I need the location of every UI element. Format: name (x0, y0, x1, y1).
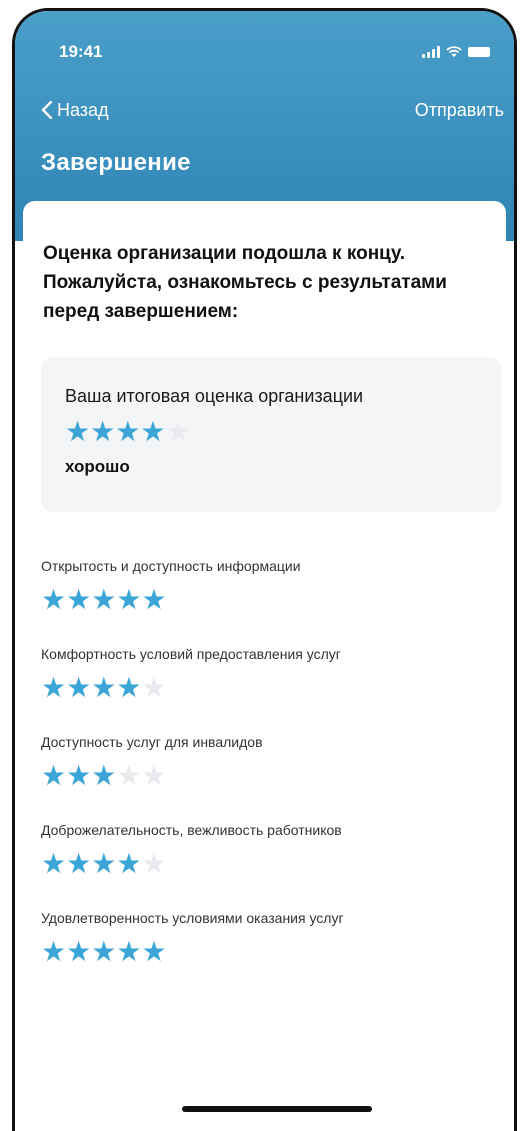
star-empty-icon: ★ (141, 671, 167, 704)
criterion-rating: ★ ★ ★ ★ ★ (41, 585, 496, 615)
status-time: 19:41 (59, 42, 103, 61)
star-filled-icon: ★ (66, 847, 92, 880)
criterion-item: Комфортность условий предоставления услу… (41, 645, 496, 733)
criteria-list: Открытость и доступность информации ★ ★ ★ ★… (41, 557, 496, 997)
summary-rating-word: хорошо (65, 457, 130, 476)
star-filled-icon: ★ (90, 415, 116, 448)
criterion-label: Доступность услуг для инвалидов (41, 734, 263, 750)
back-button[interactable]: Назад (41, 100, 109, 121)
nav-bar: Назад Отправить (15, 95, 514, 125)
star-empty-icon: ★ (116, 759, 142, 792)
criterion-label: Доброжелательность, вежливость работнико… (41, 822, 342, 838)
criterion-item: Удовлетворенность условиями оказания усл… (41, 909, 496, 997)
criterion-label: Комфортность условий предоставления услу… (41, 646, 341, 662)
star-filled-icon: ★ (91, 583, 117, 616)
criterion-rating: ★ ★ ★ ★ ★ (41, 937, 496, 967)
star-empty-icon: ★ (165, 415, 191, 448)
star-filled-icon: ★ (41, 847, 67, 880)
star-filled-icon: ★ (140, 415, 166, 448)
star-filled-icon: ★ (66, 759, 92, 792)
star-filled-icon: ★ (116, 935, 142, 968)
wifi-icon (446, 46, 462, 57)
star-filled-icon: ★ (65, 415, 91, 448)
star-filled-icon: ★ (141, 935, 167, 968)
home-indicator (182, 1106, 372, 1112)
back-label: Назад (57, 99, 109, 120)
star-filled-icon: ★ (66, 671, 92, 704)
summary-rating: ★ ★ ★ ★ ★ (65, 417, 191, 447)
status-icons (422, 46, 490, 58)
phone-frame: 19:41 Назад Отправить Завершение Оценка … (12, 8, 517, 1131)
star-filled-icon: ★ (41, 671, 67, 704)
criterion-rating: ★ ★ ★ ★ ★ (41, 673, 496, 703)
criterion-label: Открытость и доступность информации (41, 558, 301, 574)
criterion-rating: ★ ★ ★ ★ ★ (41, 761, 496, 791)
send-button[interactable]: Отправить (415, 100, 504, 121)
star-empty-icon: ★ (141, 759, 167, 792)
star-filled-icon: ★ (91, 671, 117, 704)
star-filled-icon: ★ (91, 847, 117, 880)
criterion-rating: ★ ★ ★ ★ ★ (41, 849, 496, 879)
star-filled-icon: ★ (141, 583, 167, 616)
summary-label: Ваша итоговая оценка организации (65, 386, 364, 406)
summary-card: Ваша итоговая оценка организации ★ ★ ★ ★ ★ х… (41, 357, 502, 512)
battery-icon (468, 47, 490, 57)
star-filled-icon: ★ (66, 583, 92, 616)
criterion-item: Доброжелательность, вежливость работнико… (41, 821, 496, 909)
star-filled-icon: ★ (115, 415, 141, 448)
criterion-item: Открытость и доступность информации ★ ★ ★ ★… (41, 557, 496, 645)
criterion-label: Удовлетворенность условиями оказания усл… (41, 910, 344, 926)
content-sheet: Оценка организации подошла к концу. Пожа… (23, 201, 506, 1131)
chevron-left-icon (41, 101, 53, 119)
star-filled-icon: ★ (66, 935, 92, 968)
star-filled-icon: ★ (91, 759, 117, 792)
star-empty-icon: ★ (141, 847, 167, 880)
star-filled-icon: ★ (41, 935, 67, 968)
signal-icon (422, 46, 440, 58)
page-title: Завершение (41, 149, 191, 176)
star-filled-icon: ★ (116, 847, 142, 880)
star-filled-icon: ★ (91, 935, 117, 968)
star-filled-icon: ★ (41, 759, 67, 792)
star-filled-icon: ★ (116, 583, 142, 616)
intro-text: Оценка организации подошла к концу. Пожа… (43, 243, 447, 322)
star-filled-icon: ★ (41, 583, 67, 616)
criterion-item: Доступность услуг для инвалидов ★ ★ ★ ★ ★ (41, 733, 496, 821)
status-bar: 19:41 (15, 37, 514, 67)
star-filled-icon: ★ (116, 671, 142, 704)
